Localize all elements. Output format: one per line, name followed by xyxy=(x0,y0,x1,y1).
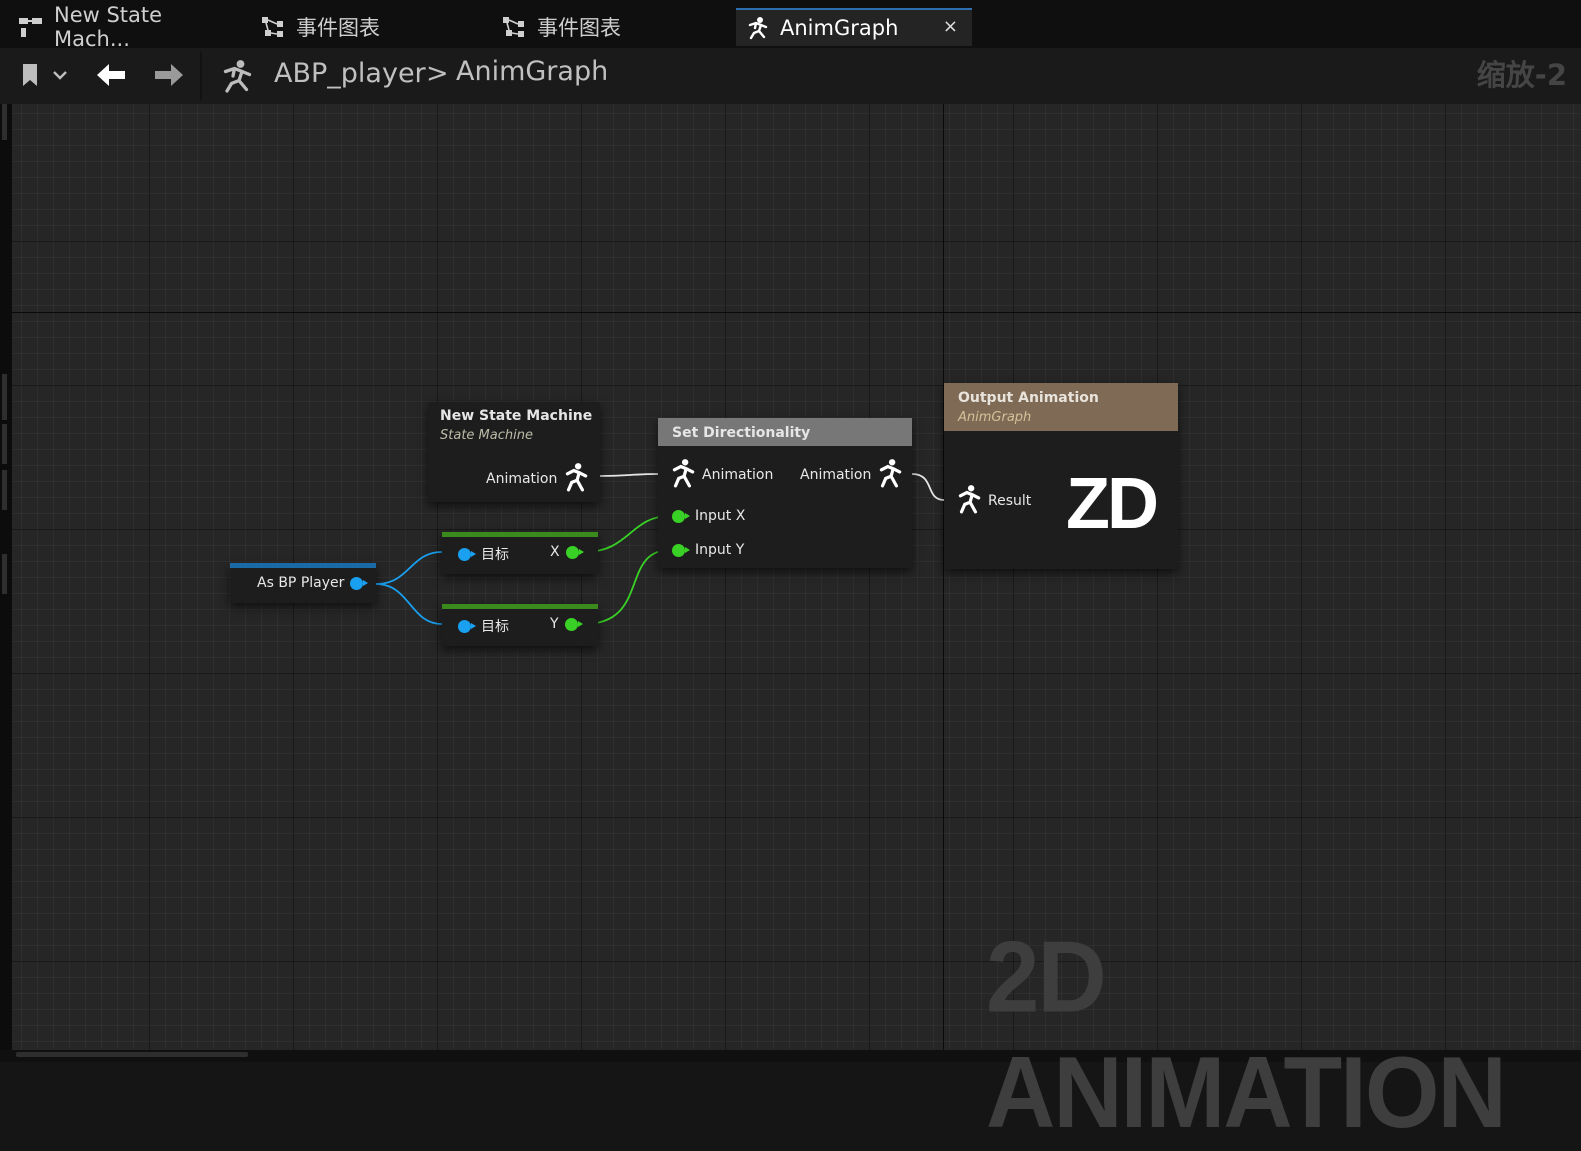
breadcrumb-abp-player[interactable]: ABP_player xyxy=(274,58,426,89)
node-subtitle: AnimGraph xyxy=(958,410,1032,425)
pin-label: Y xyxy=(550,616,559,632)
get-x-target-pin[interactable]: 目标 xyxy=(458,544,509,564)
event-graph-icon xyxy=(501,14,527,40)
node-subtitle: State Machine xyxy=(440,428,533,443)
float-pin-icon xyxy=(672,543,690,557)
output-animation-node[interactable]: Output Animation AnimGraph Result ZD xyxy=(944,383,1178,569)
tab-bar: New State Mach... 事件图表 事件图表 AnimGraph × xyxy=(0,0,1581,51)
anim-blueprint-icon xyxy=(216,58,256,94)
left-scrollbar[interactable] xyxy=(0,104,12,1050)
pin-label: Input Y xyxy=(695,542,745,558)
node-header-bar xyxy=(230,563,376,568)
as-bp-player-pin[interactable]: As BP Player xyxy=(257,575,369,591)
tab-event-graph-1[interactable]: 事件图表 xyxy=(260,8,470,46)
pin-label: Result xyxy=(988,493,1032,509)
state-machine-output-pin[interactable]: Animation xyxy=(486,462,589,496)
object-pin-icon xyxy=(458,547,476,561)
set-directionality-node[interactable]: Set Directionality Animation Animation I… xyxy=(658,418,912,568)
node-header: Output Animation AnimGraph xyxy=(944,383,1178,431)
set-dir-input-x-pin[interactable]: Input X xyxy=(672,508,745,524)
set-dir-input-anim-pin[interactable]: Animation xyxy=(670,458,773,492)
pose-pin-icon xyxy=(877,458,903,492)
state-machine-icon xyxy=(18,14,44,40)
event-graph-icon xyxy=(260,14,286,40)
cast-node[interactable]: As BP Player xyxy=(230,563,376,603)
tab-label: 事件图表 xyxy=(537,16,621,40)
node-header-bar xyxy=(442,532,598,537)
close-icon[interactable]: × xyxy=(943,16,958,37)
pose-pin-icon xyxy=(956,484,982,518)
toolbar-divider xyxy=(200,52,202,100)
state-machine-node[interactable]: New State Machine State Machine Animatio… xyxy=(428,402,600,502)
float-pin-icon xyxy=(564,617,583,631)
forward-arrow-icon[interactable] xyxy=(152,60,186,90)
pin-label: X xyxy=(550,544,560,560)
pin-label: 目标 xyxy=(481,619,509,635)
get-y-target-pin[interactable]: 目标 xyxy=(458,616,509,636)
set-dir-input-y-pin[interactable]: Input Y xyxy=(672,542,744,558)
tab-animgraph[interactable]: AnimGraph × xyxy=(736,8,972,46)
tab-new-state-machine[interactable]: New State Mach... xyxy=(18,3,228,51)
watermark: 2D ANIMATION xyxy=(986,921,1507,1149)
pin-label: Animation xyxy=(800,467,872,483)
pin-label: Animation xyxy=(486,471,558,487)
breadcrumb-animgraph[interactable]: AnimGraph xyxy=(456,56,608,87)
pin-label: As BP Player xyxy=(257,575,345,591)
bookmark-dropdown-button[interactable] xyxy=(18,60,70,90)
pin-label: 目标 xyxy=(481,547,509,563)
breadcrumb-separator: > xyxy=(426,58,449,89)
pose-pin-icon xyxy=(670,458,696,492)
tab-label: AnimGraph xyxy=(780,16,899,40)
pose-pin-icon xyxy=(563,462,589,496)
node-title: Set Directionality xyxy=(658,418,912,446)
object-pin-icon xyxy=(458,619,476,633)
get-y-node[interactable]: 目标 Y xyxy=(442,604,598,646)
get-x-node[interactable]: 目标 X xyxy=(442,532,598,574)
zd-logo: ZD xyxy=(1066,464,1159,544)
node-header-bar xyxy=(442,604,598,609)
float-pin-icon xyxy=(672,509,690,523)
back-arrow-icon[interactable] xyxy=(94,60,128,90)
output-result-pin[interactable]: Result xyxy=(956,484,1031,518)
anim-graph-icon xyxy=(744,15,770,41)
tab-label: 事件图表 xyxy=(296,16,380,40)
set-dir-output-anim-pin[interactable]: Animation xyxy=(800,458,903,492)
get-x-output-pin[interactable]: X xyxy=(550,544,584,560)
node-title: New State Machine xyxy=(440,408,593,424)
float-pin-icon xyxy=(565,545,584,559)
pin-label: Input X xyxy=(695,508,746,524)
graph-toolbar xyxy=(0,48,1581,104)
tab-event-graph-2[interactable]: 事件图表 xyxy=(501,8,711,46)
node-title: Output Animation xyxy=(958,390,1099,406)
object-pin-icon xyxy=(350,576,369,590)
pin-label: Animation xyxy=(702,467,774,483)
zoom-level: 缩放-2 xyxy=(1476,58,1567,92)
get-y-output-pin[interactable]: Y xyxy=(550,616,583,632)
tab-label: New State Mach... xyxy=(54,3,163,51)
